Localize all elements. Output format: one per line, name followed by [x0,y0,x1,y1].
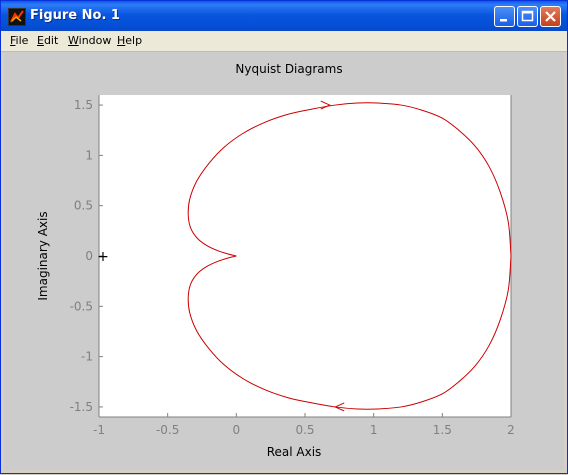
menu-window[interactable]: Window [68,34,111,47]
chart-title: Nyquist Diagrams [235,62,342,76]
matlab-app-icon[interactable] [8,8,26,26]
minimize-icon [500,19,507,22]
y-tick-label: 0 [85,249,93,263]
menu-file[interactable]: File [10,34,28,47]
menu-edit[interactable]: Edit [37,34,58,47]
close-icon [545,11,556,22]
x-tick-label: -1 [93,423,105,437]
close-button[interactable] [540,6,561,27]
x-axis-label: Real Axis [267,445,322,459]
x-tick-label: 2 [507,423,515,437]
figure-window: Figure No. 1 File Edit Window Help Nyqui… [0,0,568,474]
y-axis-label: Imaginary Axis [36,211,50,300]
x-tick-label: 0.5 [295,423,314,437]
critical-point-marker: + [97,249,109,265]
minimize-button[interactable] [494,6,515,27]
figure-canvas[interactable]: Nyquist Diagrams -1 -0.5 0 0.5 1 1.5 2 1.5 1 0.5 0… [4,52,564,470]
title-bar[interactable]: Figure No. 1 [1,1,567,31]
x-tick-label: 1 [370,423,378,437]
y-tick-label: -0.5 [70,299,93,313]
y-tick-label: -1.5 [70,400,93,414]
menu-bar: File Edit Window Help [1,31,567,52]
nyquist-chart[interactable]: Nyquist Diagrams -1 -0.5 0 0.5 1 1.5 2 1.5 1 0.5 0… [4,52,564,470]
y-tick-label: 1.5 [74,98,93,112]
maximize-icon [521,10,534,22]
maximize-button[interactable] [517,6,538,27]
menu-help[interactable]: Help [117,34,142,47]
plot-area[interactable] [99,95,511,417]
window-title: Figure No. 1 [30,8,120,23]
x-tick-label: 1.5 [433,423,452,437]
y-tick-label: 0.5 [74,199,93,213]
x-tick-label: -0.5 [156,423,179,437]
y-tick-label: -1 [81,350,93,364]
x-tick-label: 0 [233,423,241,437]
y-tick-label: 1 [85,148,93,162]
